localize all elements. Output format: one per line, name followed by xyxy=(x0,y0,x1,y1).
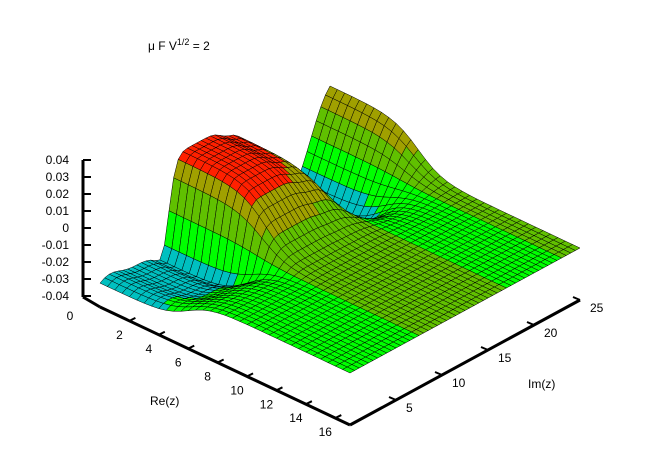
y-tick-label: 10 xyxy=(452,376,466,390)
x-tick-label: 2 xyxy=(116,328,123,342)
z-tick-label: -0.02 xyxy=(42,255,70,269)
chart-title-prefix: μ F V xyxy=(148,39,177,53)
x-tick-mark xyxy=(305,400,313,406)
y-tick-mark xyxy=(526,321,535,326)
y-tick-mark xyxy=(434,371,443,376)
chart-title-suffix: = 2 xyxy=(189,39,210,53)
x-tick-label: 8 xyxy=(204,370,211,384)
x-tick-label: 10 xyxy=(230,383,244,397)
x-tick-mark xyxy=(187,344,195,350)
z-tick-label: 0.01 xyxy=(46,204,70,218)
x-axis-label: Re(z) xyxy=(150,394,179,408)
y-tick-label: 25 xyxy=(590,301,604,315)
x-tick-mark xyxy=(246,372,254,378)
chart-stage: μ F V1/2 = 2 0.04 0.03 0.02 0.01 0 -0.01 -0.02… xyxy=(0,0,658,461)
y-tick-label: 15 xyxy=(498,351,512,365)
chart-title: μ F V1/2 = 2 xyxy=(148,37,210,53)
x-tick-label: 16 xyxy=(319,425,333,439)
y-tick-mark xyxy=(572,296,581,301)
z-tick-label: 0.03 xyxy=(46,170,70,184)
surface-mesh xyxy=(99,85,581,374)
x-tick-mark xyxy=(334,414,342,419)
y-axis-label: Im(z) xyxy=(528,377,555,391)
y-tick-label: 5 xyxy=(406,401,413,415)
surface-plot: μ F V1/2 = 2 0.04 0.03 0.02 0.01 0 -0.01 -0.02… xyxy=(42,37,604,439)
x-tick-label: 4 xyxy=(145,342,152,356)
chart-title-sup: 1/2 xyxy=(177,37,190,47)
y-tick-label: 20 xyxy=(544,326,558,340)
x-tick-mark xyxy=(217,358,225,364)
y-tick-mark xyxy=(388,396,397,401)
z-tick-label: -0.04 xyxy=(42,289,70,303)
x-tick-label: 14 xyxy=(289,411,303,425)
base-origin-label: 0 xyxy=(67,309,74,323)
z-tick-label: -0.01 xyxy=(42,238,70,252)
z-tick-label: 0 xyxy=(62,221,69,235)
x-tick-mark xyxy=(158,330,166,336)
z-tick-label: -0.03 xyxy=(42,272,70,286)
z-axis-base-link xyxy=(82,295,101,309)
z-tick-label: 0.02 xyxy=(46,187,70,201)
z-tick-label: 0.04 xyxy=(46,153,70,167)
y-tick-mark xyxy=(480,346,489,351)
x-tick-label: 6 xyxy=(175,356,182,370)
x-tick-label: 12 xyxy=(260,397,274,411)
x-tick-mark xyxy=(276,386,283,392)
x-tick-mark xyxy=(128,316,136,322)
